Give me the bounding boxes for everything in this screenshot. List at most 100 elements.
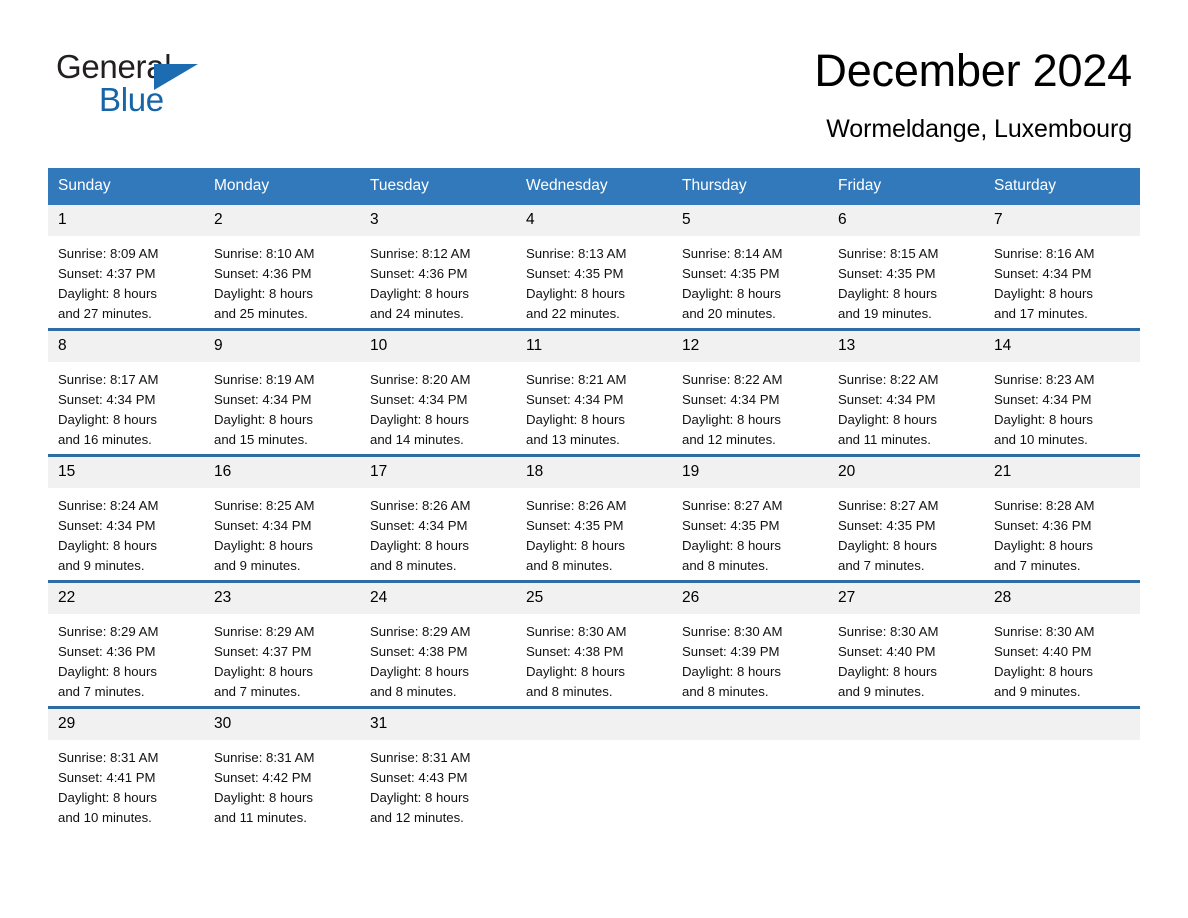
sunrise-text: Sunrise: 8:30 AM — [838, 624, 939, 639]
sunset-text: Sunset: 4:39 PM — [682, 644, 780, 659]
calendar-day-cell[interactable]: 2 Sunrise: 8:10 AM Sunset: 4:36 PM Daylight… — [204, 205, 360, 330]
daylight-text-line1: Daylight: 8 hours — [526, 538, 625, 553]
calendar-day-cell[interactable]: 14 Sunrise: 8:23 AM Sunset: 4:34 PM Dayligh… — [984, 330, 1140, 456]
day-number — [672, 709, 828, 740]
calendar-day-cell[interactable]: 9 Sunrise: 8:19 AM Sunset: 4:34 PM Daylight… — [204, 330, 360, 456]
calendar-day-cell[interactable]: 26 Sunrise: 8:30 AM Sunset: 4:39 PM Dayligh… — [672, 582, 828, 708]
sunset-text: Sunset: 4:36 PM — [994, 518, 1092, 533]
calendar-day-cell[interactable]: 8 Sunrise: 8:17 AM Sunset: 4:34 PM Daylight… — [48, 330, 204, 456]
sunrise-text: Sunrise: 8:29 AM — [370, 624, 471, 639]
sunset-text: Sunset: 4:34 PM — [838, 392, 936, 407]
day-number: 31 — [360, 709, 516, 740]
sunset-text: Sunset: 4:38 PM — [370, 644, 468, 659]
calendar-day-cell[interactable]: 24 Sunrise: 8:29 AM Sunset: 4:38 PM Dayligh… — [360, 582, 516, 708]
daylight-text-line2: and 24 minutes. — [370, 306, 464, 321]
weekday-header-sunday: Sunday — [48, 168, 204, 205]
daylight-text-line2: and 22 minutes. — [526, 306, 620, 321]
sunrise-text: Sunrise: 8:29 AM — [58, 624, 159, 639]
sunset-text: Sunset: 4:35 PM — [838, 518, 936, 533]
sunrise-text: Sunrise: 8:21 AM — [526, 372, 627, 387]
day-number: 25 — [516, 583, 672, 614]
calendar-day-cell[interactable]: 10 Sunrise: 8:20 AM Sunset: 4:34 PM Dayligh… — [360, 330, 516, 456]
day-details: Sunrise: 8:26 AM Sunset: 4:34 PM Daylight:… — [360, 488, 516, 580]
day-number: 9 — [204, 331, 360, 362]
daylight-text-line2: and 7 minutes. — [214, 684, 301, 699]
daylight-text-line2: and 11 minutes. — [838, 432, 931, 447]
page-subtitle: Wormeldange, Luxembourg — [826, 115, 1132, 143]
daylight-text-line1: Daylight: 8 hours — [214, 664, 313, 679]
calendar-day-cell[interactable]: 13 Sunrise: 8:22 AM Sunset: 4:34 PM Dayligh… — [828, 330, 984, 456]
daylight-text-line2: and 12 minutes. — [370, 810, 464, 825]
sunset-text: Sunset: 4:36 PM — [58, 644, 156, 659]
calendar-week-row: 1 Sunrise: 8:09 AM Sunset: 4:37 PM Daylight… — [48, 205, 1140, 330]
calendar-day-cell[interactable]: 7 Sunrise: 8:16 AM Sunset: 4:34 PM Daylight… — [984, 205, 1140, 330]
calendar-day-cell[interactable]: 17 Sunrise: 8:26 AM Sunset: 4:34 PM Dayligh… — [360, 456, 516, 582]
daylight-text-line2: and 8 minutes. — [370, 558, 457, 573]
daylight-text-line2: and 8 minutes. — [526, 684, 613, 699]
daylight-text-line1: Daylight: 8 hours — [214, 538, 313, 553]
calendar-day-cell[interactable]: 28 Sunrise: 8:30 AM Sunset: 4:40 PM Dayligh… — [984, 582, 1140, 708]
day-number: 16 — [204, 457, 360, 488]
calendar-day-cell[interactable]: 29 Sunrise: 8:31 AM Sunset: 4:41 PM Dayligh… — [48, 708, 204, 833]
calendar-week-row: 15 Sunrise: 8:24 AM Sunset: 4:34 PM Dayligh… — [48, 455, 1140, 582]
generalblue-logo[interactable]: General Blue — [56, 44, 256, 126]
daylight-text-line1: Daylight: 8 hours — [370, 538, 469, 553]
day-details: Sunrise: 8:23 AM Sunset: 4:34 PM Daylight:… — [984, 362, 1140, 454]
daylight-text-line1: Daylight: 8 hours — [370, 664, 469, 679]
calendar-day-cell[interactable]: 11 Sunrise: 8:21 AM Sunset: 4:34 PM Dayligh… — [516, 330, 672, 456]
calendar-day-cell[interactable]: 3 Sunrise: 8:12 AM Sunset: 4:36 PM Daylight… — [360, 205, 516, 330]
calendar-day-cell[interactable]: 30 Sunrise: 8:31 AM Sunset: 4:42 PM Dayligh… — [204, 708, 360, 833]
calendar-day-cell[interactable]: 31 Sunrise: 8:31 AM Sunset: 4:43 PM Dayligh… — [360, 708, 516, 833]
daylight-text-line2: and 20 minutes. — [682, 306, 776, 321]
daylight-text-line2: and 8 minutes. — [682, 684, 769, 699]
calendar-day-cell[interactable]: 16 Sunrise: 8:25 AM Sunset: 4:34 PM Dayligh… — [204, 456, 360, 582]
daylight-text-line1: Daylight: 8 hours — [994, 664, 1093, 679]
calendar-day-cell[interactable]: 6 Sunrise: 8:15 AM Sunset: 4:35 PM Daylight… — [828, 205, 984, 330]
sunrise-sunset-calendar: Sunday Monday Tuesday Wednesday Thursday… — [48, 168, 1140, 832]
sunset-text: Sunset: 4:36 PM — [214, 266, 312, 281]
daylight-text-line2: and 12 minutes. — [682, 432, 776, 447]
daylight-text-line1: Daylight: 8 hours — [838, 286, 937, 301]
sunset-text: Sunset: 4:34 PM — [58, 392, 156, 407]
daylight-text-line1: Daylight: 8 hours — [370, 412, 469, 427]
calendar-day-cell[interactable]: 4 Sunrise: 8:13 AM Sunset: 4:35 PM Daylight… — [516, 205, 672, 330]
calendar-day-cell[interactable]: 20 Sunrise: 8:27 AM Sunset: 4:35 PM Dayligh… — [828, 456, 984, 582]
day-number: 12 — [672, 331, 828, 362]
calendar-day-cell[interactable]: 1 Sunrise: 8:09 AM Sunset: 4:37 PM Daylight… — [48, 205, 204, 330]
calendar-day-cell[interactable]: 27 Sunrise: 8:30 AM Sunset: 4:40 PM Dayligh… — [828, 582, 984, 708]
calendar-day-cell[interactable]: 21 Sunrise: 8:28 AM Sunset: 4:36 PM Dayligh… — [984, 456, 1140, 582]
day-details: Sunrise: 8:29 AM Sunset: 4:38 PM Daylight:… — [360, 614, 516, 706]
sunrise-text: Sunrise: 8:22 AM — [682, 372, 783, 387]
sunset-text: Sunset: 4:40 PM — [838, 644, 936, 659]
calendar-day-cell[interactable]: 12 Sunrise: 8:22 AM Sunset: 4:34 PM Dayligh… — [672, 330, 828, 456]
calendar-day-cell[interactable]: 19 Sunrise: 8:27 AM Sunset: 4:35 PM Dayligh… — [672, 456, 828, 582]
sunrise-text: Sunrise: 8:12 AM — [370, 246, 471, 261]
day-details: Sunrise: 8:19 AM Sunset: 4:34 PM Daylight:… — [204, 362, 360, 454]
sunrise-text: Sunrise: 8:17 AM — [58, 372, 159, 387]
daylight-text-line1: Daylight: 8 hours — [994, 286, 1093, 301]
sunrise-text: Sunrise: 8:14 AM — [682, 246, 783, 261]
calendar-day-cell[interactable]: 5 Sunrise: 8:14 AM Sunset: 4:35 PM Daylight… — [672, 205, 828, 330]
daylight-text-line2: and 7 minutes. — [994, 558, 1081, 573]
day-number: 3 — [360, 205, 516, 236]
sunrise-text: Sunrise: 8:15 AM — [838, 246, 939, 261]
daylight-text-line1: Daylight: 8 hours — [838, 412, 937, 427]
daylight-text-line2: and 19 minutes. — [838, 306, 932, 321]
sunrise-text: Sunrise: 8:16 AM — [994, 246, 1095, 261]
day-number: 11 — [516, 331, 672, 362]
day-number: 10 — [360, 331, 516, 362]
daylight-text-line1: Daylight: 8 hours — [370, 286, 469, 301]
sunrise-text: Sunrise: 8:23 AM — [994, 372, 1095, 387]
day-details: Sunrise: 8:28 AM Sunset: 4:36 PM Daylight:… — [984, 488, 1140, 580]
daylight-text-line1: Daylight: 8 hours — [682, 538, 781, 553]
calendar-day-cell[interactable]: 18 Sunrise: 8:26 AM Sunset: 4:35 PM Dayligh… — [516, 456, 672, 582]
sunset-text: Sunset: 4:35 PM — [682, 266, 780, 281]
daylight-text-line1: Daylight: 8 hours — [838, 538, 937, 553]
calendar-day-cell[interactable]: 22 Sunrise: 8:29 AM Sunset: 4:36 PM Dayligh… — [48, 582, 204, 708]
daylight-text-line1: Daylight: 8 hours — [994, 412, 1093, 427]
daylight-text-line1: Daylight: 8 hours — [58, 790, 157, 805]
calendar-day-cell[interactable]: 15 Sunrise: 8:24 AM Sunset: 4:34 PM Dayligh… — [48, 456, 204, 582]
calendar-day-cell[interactable]: 23 Sunrise: 8:29 AM Sunset: 4:37 PM Dayligh… — [204, 582, 360, 708]
calendar-day-cell[interactable]: 25 Sunrise: 8:30 AM Sunset: 4:38 PM Dayligh… — [516, 582, 672, 708]
day-details: Sunrise: 8:30 AM Sunset: 4:38 PM Daylight:… — [516, 614, 672, 706]
